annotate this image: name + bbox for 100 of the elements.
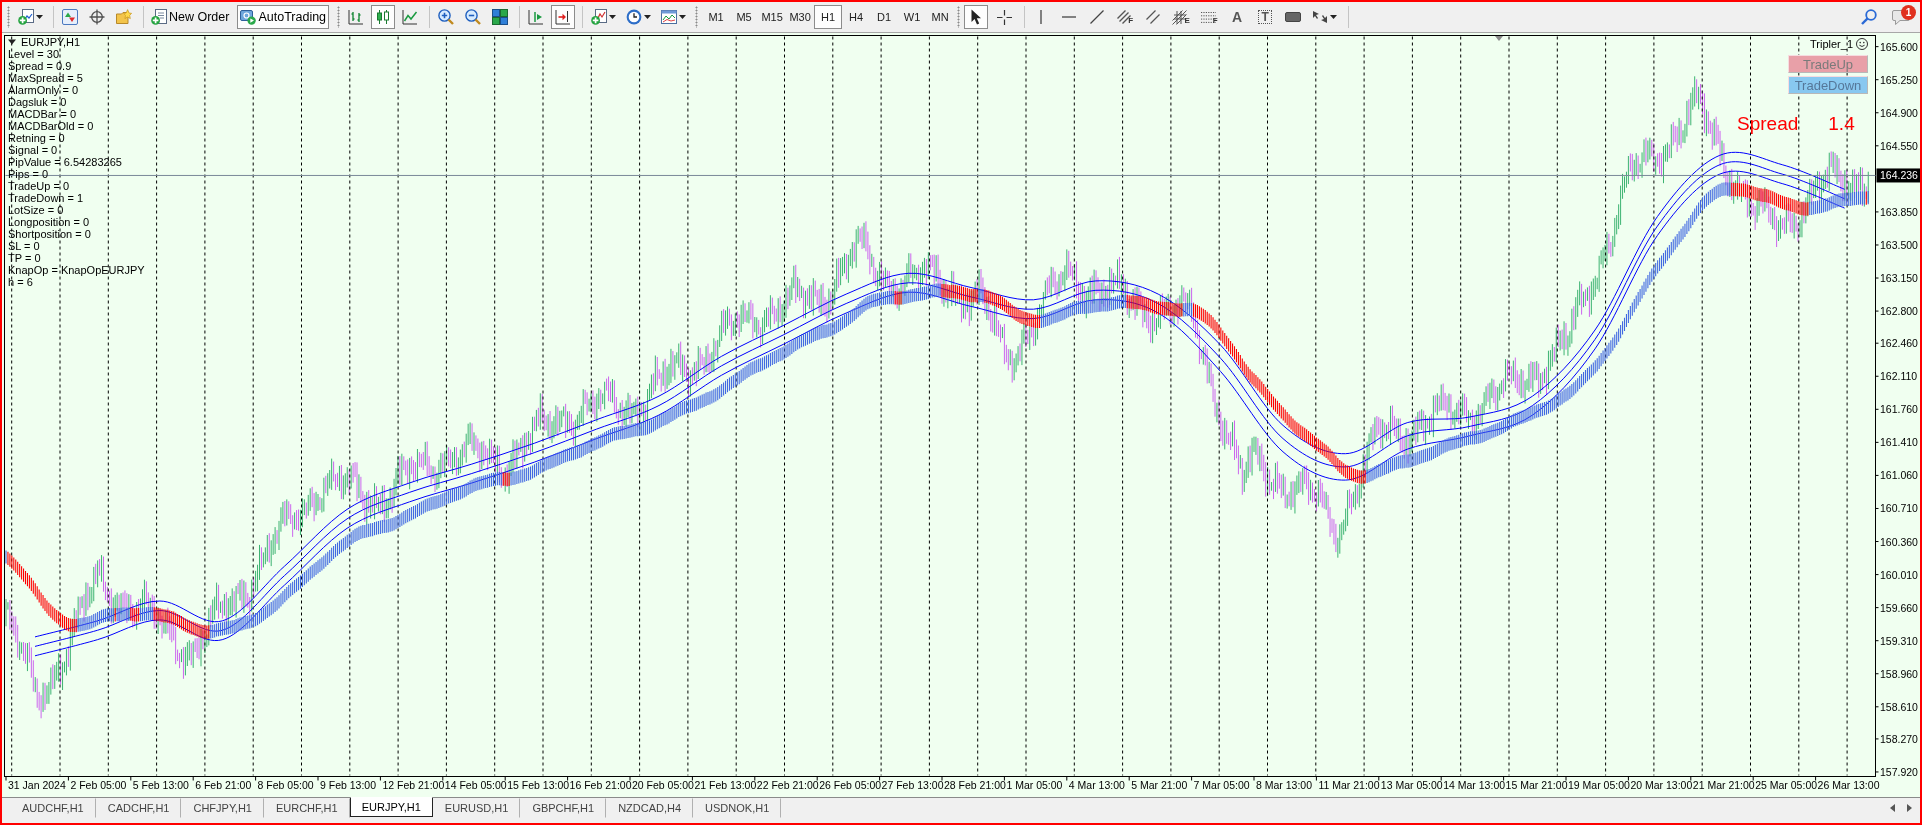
text-tool[interactable]: A [1225, 5, 1250, 29]
symbol-tab[interactable]: CADCHF,H1 [95, 798, 182, 818]
autotrading-button[interactable]: AutoTrading [237, 5, 330, 29]
autoscroll-button[interactable] [551, 5, 576, 29]
timeframe-button[interactable]: M15 [758, 5, 787, 29]
symbol-tab[interactable]: AUDCHF,H1 [10, 798, 96, 818]
messages-button[interactable]: 1 [1888, 5, 1914, 29]
indicator-value: MACDBarOld = 0 [8, 120, 95, 132]
price-axis-label: 162.460 [1880, 337, 1918, 350]
time-axis-label: 5 Feb 13:00 [132, 779, 189, 791]
shift-marker-icon[interactable] [1495, 36, 1503, 41]
scroll-left-icon[interactable] [1890, 804, 1895, 812]
price-axis-label: 161.060 [1880, 469, 1918, 482]
search-icon [1861, 9, 1877, 25]
time-axis-label: 1 Mar 05:00 [1006, 779, 1063, 791]
line-chart-icon [402, 9, 419, 25]
price-axis-label: 158.960 [1880, 667, 1918, 680]
indicator-value: Retning = 0 [8, 132, 66, 144]
chart-symbol-title: EURJPY,H1 [21, 36, 81, 48]
time-axis-label: 21 Feb 13:00 [694, 779, 757, 791]
time-axis-label: 4 Mar 13:00 [1068, 779, 1125, 791]
indicator-value: TradeUp = 0 [8, 180, 71, 192]
caret-icon [678, 15, 686, 19]
fibonacci-grid-icon [1172, 9, 1188, 25]
new-chart-icon [17, 9, 34, 25]
time-axis-label: 2 Feb 05:00 [70, 779, 127, 791]
price-axis-label: 164.550 [1880, 139, 1918, 152]
toolbar-grip[interactable] [695, 6, 699, 28]
symbol-tab[interactable]: EURCHF,H1 [263, 798, 350, 818]
candles-button[interactable] [371, 5, 396, 29]
collapse-triangle-icon[interactable] [8, 38, 16, 46]
fibo-channel-tool[interactable]: F [1113, 5, 1138, 29]
symbol-tab[interactable]: NZDCAD,H4 [606, 798, 694, 818]
toolbar-grip[interactable] [337, 6, 341, 28]
new-order-button[interactable]: New Order [148, 5, 233, 29]
label-tool[interactable]: T [1253, 5, 1278, 29]
current-price-label: 164.236 [1876, 168, 1920, 183]
price-axis-label: 164.900 [1880, 106, 1918, 119]
timeframe-button[interactable]: MN [926, 5, 955, 29]
indicator-value: Spread = 0.9 [8, 60, 73, 72]
spread-label: Spread [1737, 113, 1799, 135]
timeframe-button[interactable]: H4 [842, 5, 871, 29]
toolbar-grip[interactable] [7, 6, 10, 28]
timeframe-button[interactable]: W1 [898, 5, 927, 29]
timeframe-button[interactable]: M30 [786, 5, 815, 29]
time-axis-label: 14 Feb 05:00 [444, 779, 507, 791]
time-axis-label: 27 Feb 13:00 [881, 779, 944, 791]
arrows-icon [1312, 10, 1329, 24]
symbol-tab[interactable]: EURJPY,H1 [349, 797, 433, 817]
time-axis-label: 14 Mar 13:00 [1443, 779, 1506, 791]
indicator-value: SL = 0 [8, 240, 41, 252]
price-axis-label: 162.110 [1880, 370, 1918, 383]
time-axis-label: 26 Feb 05:00 [819, 779, 882, 791]
caret-icon [608, 15, 616, 19]
symbol-tab[interactable]: USDNOK,H1 [693, 798, 782, 818]
time-axis-label: 20 Feb 05:00 [632, 779, 694, 791]
time-axis-label: 26 Mar 13:00 [1817, 779, 1880, 791]
timeframe-button[interactable]: H1 [814, 5, 843, 29]
toolbar-grip[interactable] [957, 6, 961, 28]
price-axis-label: 160.010 [1880, 568, 1918, 581]
scroll-right-icon[interactable] [1907, 804, 1912, 812]
zoom-out-icon [465, 9, 482, 25]
symbol-tab[interactable]: CHFJPY,H1 [181, 798, 264, 818]
caret-icon [643, 15, 651, 19]
price-axis-label: 165.600 [1880, 40, 1918, 53]
fibo-expansion-tool[interactable]: E [1169, 5, 1194, 29]
time-axis-label: 20 Mar 13:00 [1630, 779, 1693, 791]
timeframe-button[interactable]: M5 [730, 5, 759, 29]
price-axis-label: 159.660 [1880, 601, 1918, 614]
caret-icon [1330, 15, 1338, 19]
trend-line-icon [1090, 10, 1105, 24]
time-axis-label: 16 Feb 21:00 [569, 779, 632, 791]
price-axis-label: 158.610 [1880, 700, 1918, 713]
bar-chart-icon [348, 9, 365, 25]
symbol-tab[interactable]: EURUSD,H1 [432, 798, 521, 818]
indicator-value: MaxSpread = 5 [8, 72, 84, 84]
time-axis-label: 8 Mar 13:00 [1256, 779, 1313, 791]
price-axis-label: 163.850 [1880, 205, 1918, 218]
price-axis-label: 161.760 [1880, 403, 1918, 416]
timeframe-button[interactable]: D1 [870, 5, 899, 29]
time-axis-label: 7 Mar 05:00 [1193, 779, 1250, 791]
play-box-icon [240, 9, 257, 25]
price-axis-label: 160.710 [1880, 502, 1918, 515]
time-axis-label: 8 Feb 05:00 [257, 779, 314, 791]
time-axis-label: 15 Mar 21:00 [1505, 779, 1568, 791]
timeframe-button[interactable]: M1 [702, 5, 731, 29]
cursor-tool[interactable] [964, 5, 989, 29]
indicator-value: KnapOp = KnapOpEURJPY [8, 264, 145, 276]
caret-icon [35, 15, 43, 19]
indicator-value: LotSize = 0 [8, 204, 65, 216]
fibo-levels-tool[interactable]: F [1197, 5, 1222, 29]
indicator-value: Dagsluk = 0 [8, 96, 68, 108]
zoom-in-icon [438, 9, 455, 25]
indicator-value: Level = 30 [8, 48, 61, 60]
symbol-tab[interactable]: GBPCHF,H1 [520, 798, 607, 818]
time-axis-label: 13 Mar 05:00 [1380, 779, 1443, 791]
price-axis-label: 158.270 [1880, 732, 1918, 745]
indicator-value: AlarmOnly = 0 [8, 84, 79, 96]
parallel-lines-icon [1146, 10, 1161, 24]
price-axis-label: 160.360 [1880, 535, 1918, 548]
